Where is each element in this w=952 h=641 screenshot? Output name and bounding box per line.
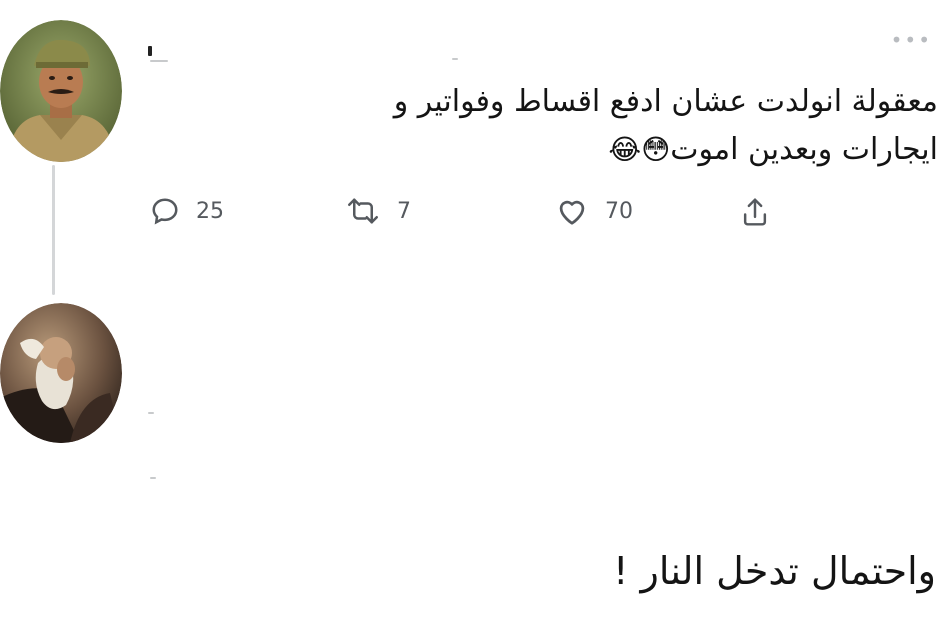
avatar-reply-author[interactable]: [0, 303, 122, 443]
retweet-icon: [345, 196, 381, 226]
reply-button[interactable]: 25: [150, 196, 224, 226]
faint-mark: [148, 46, 152, 56]
tweet-text-line-2: ايجارات وبعدين اموت😳😂: [178, 126, 938, 174]
speech-bubble-icon: [150, 196, 180, 226]
like-button[interactable]: 70: [555, 196, 633, 226]
more-options-icon[interactable]: •••: [891, 28, 932, 52]
retweet-button[interactable]: 7: [345, 196, 411, 226]
share-icon: [740, 196, 770, 228]
share-button[interactable]: [740, 196, 770, 228]
tweet-text: معقولة انولدت عشان ادفع اقساط وفواتير و …: [178, 78, 938, 174]
tweet-text-line-2-words: ايجارات وبعدين اموت: [670, 132, 938, 167]
heart-icon: [555, 196, 589, 226]
tweet-action-bar: 25 7 70: [150, 196, 810, 240]
tweet-emojis: 😳😂: [608, 133, 671, 166]
tweet-text-line-1: معقولة انولدت عشان ادفع اقساط وفواتير و: [393, 84, 938, 119]
faint-mark: [148, 412, 154, 414]
faint-mark: [150, 60, 168, 62]
reply-count: 25: [196, 198, 224, 224]
faint-mark: [452, 58, 458, 60]
thread-connector-line: [52, 165, 55, 295]
avatar-tweet-author[interactable]: [0, 20, 122, 162]
like-count: 70: [605, 198, 633, 224]
reply-text: واحتمال تدخل النار !: [613, 549, 936, 593]
faint-mark: [150, 477, 156, 479]
retweet-count: 7: [397, 198, 411, 224]
